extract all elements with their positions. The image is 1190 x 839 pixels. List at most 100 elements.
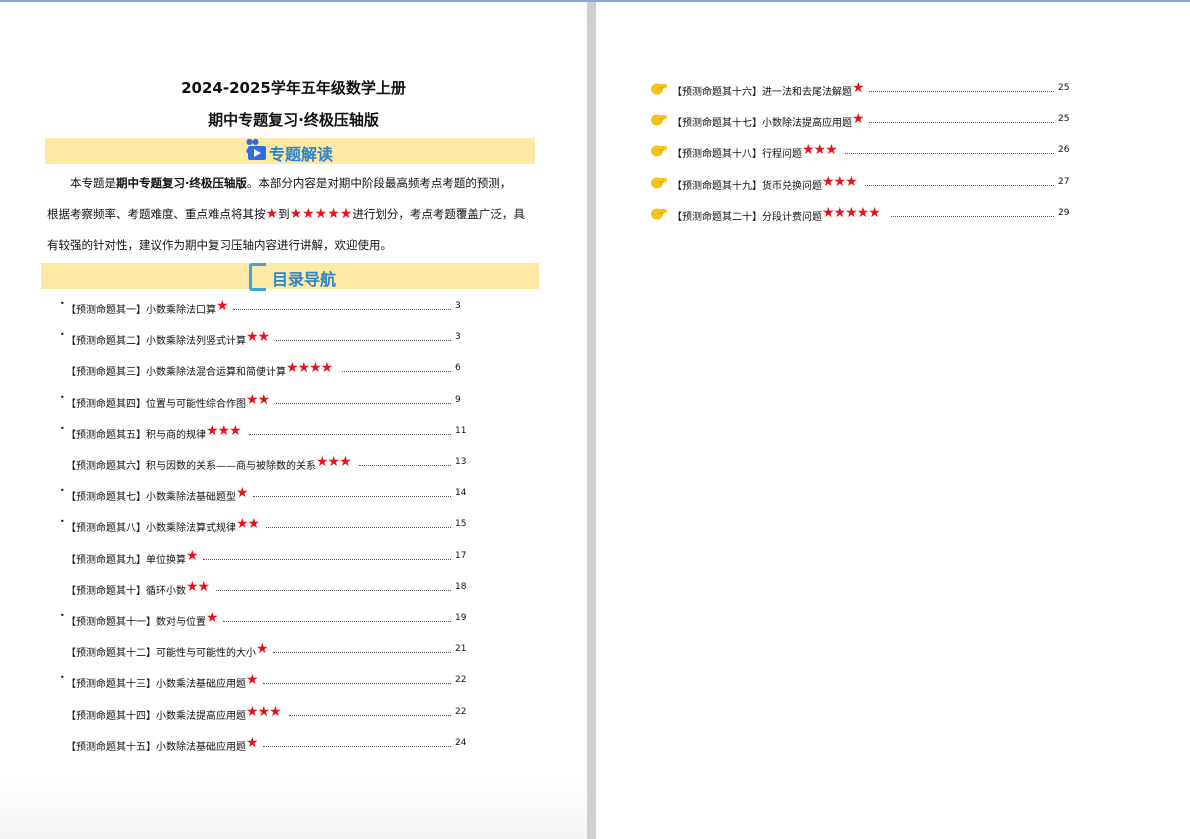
intro-line-3: 有较强的针对性，建议作为期中复习压轴内容进行讲解，欢迎使用。 <box>47 238 392 252</box>
section-heading-intro: 专题解读 <box>269 145 334 164</box>
difficulty-stars-icon: ★★ <box>235 516 260 533</box>
pointing-hand-icon <box>650 206 668 220</box>
dot-leader <box>222 621 451 622</box>
toc-entry[interactable]: 【预测命题其十】循环小数 ★★ 18 <box>60 578 467 597</box>
bracket-icon <box>249 263 266 291</box>
difficulty-stars-icon: ★★ <box>245 391 270 408</box>
toc-entry-label: 【预测命题其十一】数对与位置 <box>66 617 206 628</box>
dot-leader <box>232 309 451 310</box>
dot-leader <box>844 153 1054 155</box>
toc-entry-label: 【预测命题其四】位置与可能性综合作图 <box>66 398 246 410</box>
toc-entry-label: 【预测命题其三】小数乘除法混合运算和简便计算 <box>66 367 286 379</box>
toc-entry[interactable]: 【预测命题其十二】可能性与可能性的大小 ★ 21 <box>60 641 466 660</box>
toc-entry[interactable]: • 【预测命题其七】小数乘除法基础题型 ★ 14 <box>60 485 467 503</box>
bullet-icon: • <box>60 423 65 433</box>
toc-entry-label: 【预测命题其十六】进一法和去尾法解题 <box>672 87 852 98</box>
toc-entry[interactable]: 【预测命题其十七】小数除法提高应用题 ★ 25 <box>650 111 1069 130</box>
toc-entry[interactable]: 【预测命题其十五】小数除法基础应用题 ★ 24 <box>60 734 466 753</box>
toc-entry-label: 【预测命题其五】积与商的规律 <box>66 429 206 441</box>
difficulty-stars-icon: ★★ <box>245 329 270 346</box>
page-gutter <box>587 2 596 839</box>
toc-entry-label: 【预测命题其八】小数乘除法算式规律 <box>66 523 236 535</box>
toc-entry[interactable]: • 【预测命题其八】小数乘除法算式规律 ★★ 15 <box>60 516 467 535</box>
toc-page-number: 19 <box>455 613 467 623</box>
toc-entry-label: 【预测命题其二十】分段计费问题 <box>672 211 822 223</box>
toc-entry[interactable]: • 【预测命题其十一】数对与位置 ★ 19 <box>60 610 467 628</box>
difficulty-stars-icon: ★ <box>245 672 259 689</box>
difficulty-stars-icon: ★★★ <box>821 173 858 190</box>
difficulty-stars-icon: ★ <box>245 734 259 751</box>
difficulty-stars-icon: ★ <box>185 547 199 564</box>
toc-entry[interactable]: 【预测命题其六】积与因数的关系——商与被除数的关系 ★★★ 13 <box>60 454 467 472</box>
toc-entry[interactable]: • 【预测命题其二】小数乘除法列竖式计算 ★★ 3 <box>60 329 465 348</box>
toc-entry[interactable]: 【预测命题其十九】货币兑换问题 ★★★ 27 <box>650 173 1070 192</box>
toc-entry-label: 【预测命题其十】循环小数 <box>66 585 186 597</box>
star-icon: ★ <box>265 206 279 222</box>
bullet-icon: • <box>60 517 65 527</box>
toc-entry-label: 【预测命题其一】小数乘除法口算 <box>66 305 216 316</box>
toc-entry-label: 【预测命题其十七】小数除法提高应用题 <box>672 118 852 130</box>
toc-entry-label: 【预测命题其九】单位换算 <box>66 554 186 566</box>
toc-page-number: 22 <box>455 706 467 717</box>
dot-leader <box>288 714 451 716</box>
intro-text: 根据考察频率、考题难度、重点难点将其按 <box>47 207 266 221</box>
difficulty-stars-icon: ★ <box>851 111 865 128</box>
five-star-icon: ★★★★★ <box>289 206 353 222</box>
toc-entry-label: 【预测命题其十二】可能性与可能性的大小 <box>66 648 256 660</box>
intro-bold-text: 期中专题复习·终极压轴版 <box>116 176 247 190</box>
toc-page-number: 27 <box>1058 176 1070 187</box>
bullet-icon: • <box>60 330 65 340</box>
difficulty-stars-icon: ★ <box>851 80 865 96</box>
toc-page-number: 11 <box>455 425 467 436</box>
intro-text: 本专题是 <box>70 176 116 190</box>
toc-entry[interactable]: 【预测命题其二十】分段计费问题 ★★★★★ 29 <box>650 204 1069 223</box>
dot-leader <box>262 745 451 747</box>
toc-entry[interactable]: • 【预测命题其四】位置与可能性综合作图 ★★ 9 <box>60 391 465 410</box>
difficulty-stars-icon: ★★★★★ <box>821 204 881 221</box>
pointing-hand-icon <box>650 112 668 126</box>
dot-leader <box>890 215 1054 217</box>
toc-page-number: 18 <box>455 581 467 592</box>
pointing-hand-icon <box>650 175 668 189</box>
bullet-icon: • <box>60 611 65 620</box>
section-band-intro: ●●● 专题解读 <box>45 137 535 164</box>
toc-page-number: 9 <box>455 394 461 405</box>
bullet-icon: • <box>60 486 65 496</box>
dot-leader <box>272 652 451 654</box>
toc-page-number: 15 <box>455 519 467 530</box>
toc-entry[interactable]: 【预测命题其十四】小数乘法提高应用题 ★★★ 22 <box>60 703 467 722</box>
toc-entry-label: 【预测命题其十九】货币兑换问题 <box>672 180 822 192</box>
difficulty-stars-icon: ★★★ <box>245 703 282 720</box>
toc-entry[interactable]: • 【预测命题其五】积与商的规律 ★★★ 11 <box>60 423 467 441</box>
intro-text: 进行划分，考点考题覆盖广泛，具 <box>352 207 525 221</box>
difficulty-stars-icon: ★★★ <box>315 454 352 470</box>
difficulty-stars-icon: ★★ <box>185 578 210 595</box>
toc-entry[interactable]: 【预测命题其三】小数乘除法混合运算和简便计算 ★★★★ 6 <box>60 360 465 379</box>
dot-leader <box>275 402 451 404</box>
toc-entry[interactable]: • 【预测命题其一】小数乘除法口算 ★ 3 <box>60 298 465 316</box>
section-band-toc: 目录导航 <box>41 263 539 291</box>
intro-text: 到 <box>278 207 290 221</box>
toc-entry[interactable]: • 【预测命题其十三】小数乘法基础应用题 ★ 22 <box>60 672 466 690</box>
toc-page-number: 25 <box>1058 83 1070 93</box>
dot-leader <box>202 558 451 560</box>
difficulty-stars-icon: ★★★★ <box>285 360 333 377</box>
toc-page-number: 14 <box>455 488 467 499</box>
toc-entry[interactable]: 【预测命题其十六】进一法和去尾法解题 ★ 25 <box>650 80 1070 98</box>
difficulty-stars-icon: ★ <box>235 485 249 502</box>
bullet-icon: • <box>60 392 65 402</box>
toc-page-number: 13 <box>455 457 467 467</box>
toc-entry-label: 【预测命题其十五】小数除法基础应用题 <box>66 741 246 753</box>
toc-entry[interactable]: 【预测命题其九】单位换算 ★ 17 <box>60 547 466 566</box>
dot-leader <box>248 433 451 435</box>
section-heading-toc: 目录导航 <box>272 270 337 289</box>
difficulty-stars-icon: ★ <box>255 641 269 658</box>
pointing-hand-icon <box>650 143 668 157</box>
toc-entry-label: 【预测命题其二】小数乘除法列竖式计算 <box>66 336 246 348</box>
dot-leader <box>868 122 1054 124</box>
difficulty-stars-icon: ★ <box>215 298 229 314</box>
toc-entry-label: 【预测命题其六】积与因数的关系——商与被除数的关系 <box>66 461 316 472</box>
toc-entry[interactable]: 【预测命题其十八】行程问题 ★★★ 26 <box>650 142 1069 160</box>
page-footer-shade <box>0 779 587 839</box>
dot-leader <box>265 527 451 529</box>
